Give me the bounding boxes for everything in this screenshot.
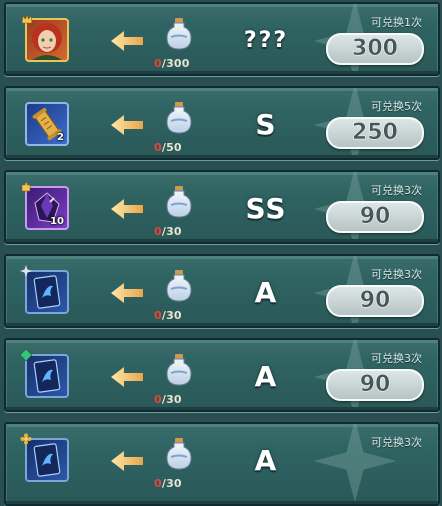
exchange-limit: 可兑换3次 xyxy=(371,436,422,449)
price-button[interactable]: 90 xyxy=(326,201,424,233)
gold-flower-badge-icon xyxy=(20,433,32,445)
progress-max: 30 xyxy=(166,477,182,490)
exchange-limit: 可兑换3次 xyxy=(371,184,422,197)
exchange-limit: 可兑换3次 xyxy=(371,352,422,365)
arrow-left-icon xyxy=(111,115,143,135)
progress-max: 50 xyxy=(166,141,182,154)
bottle-icon xyxy=(166,18,192,50)
purple-crystal-icon[interactable]: 10 xyxy=(25,186,69,230)
progress-max: 30 xyxy=(166,393,182,406)
progress-text: 0/30 xyxy=(154,309,214,322)
card-icon xyxy=(33,359,61,393)
progress-current: 0 xyxy=(154,141,162,154)
progress-text: 0/30 xyxy=(154,393,214,406)
hero-portrait-icon[interactable] xyxy=(25,18,69,62)
grade-label: A xyxy=(254,444,278,477)
card-icon xyxy=(33,443,61,477)
exchange-row: 2 0/50 S 可兑换5次 250 xyxy=(4,86,440,160)
blue-card-icon[interactable] xyxy=(25,354,69,398)
exchange-list: 0/300 ??? 可兑换1次 300 2 0/50 S 可兑换5次 250 1… xyxy=(0,0,442,506)
bottle-icon xyxy=(166,354,192,386)
arrow-left-icon xyxy=(111,31,143,51)
progress-max: 30 xyxy=(166,309,182,322)
crown-badge-icon xyxy=(21,14,33,24)
exchange-limit: 可兑换3次 xyxy=(371,268,422,281)
progress-current: 0 xyxy=(154,57,162,70)
sparkle-badge-icon xyxy=(20,265,32,277)
puzzle-badge-icon xyxy=(21,182,31,192)
grade-label: A xyxy=(254,276,278,309)
arrow-left-icon xyxy=(111,451,143,471)
bottle-icon xyxy=(166,102,192,134)
grade-label: S xyxy=(255,108,277,141)
exchange-row: 0/30 A 可兑换3次 xyxy=(4,422,440,506)
bottle-icon xyxy=(166,270,192,302)
progress-text: 0/300 xyxy=(154,57,214,70)
hero-face-icon xyxy=(32,23,62,60)
exchange-limit: 可兑换5次 xyxy=(371,100,422,113)
exchange-row: 0/300 ??? 可兑换1次 300 xyxy=(4,2,440,76)
bottle-icon xyxy=(166,186,192,218)
blue-card-icon[interactable] xyxy=(25,438,69,482)
arrow-left-icon xyxy=(111,199,143,219)
exchange-limit: 可兑换1次 xyxy=(371,16,422,29)
item-count: 2 xyxy=(57,132,64,143)
exchange-row: 0/30 A 可兑换3次 90 xyxy=(4,338,440,412)
progress-current: 0 xyxy=(154,225,162,238)
progress-text: 0/30 xyxy=(154,225,214,238)
item-count: 10 xyxy=(50,216,64,227)
price-button[interactable]: 90 xyxy=(326,369,424,401)
bottle-icon xyxy=(166,438,192,470)
grade-label: A xyxy=(254,360,278,393)
progress-max: 30 xyxy=(166,225,182,238)
blue-card-icon[interactable] xyxy=(25,270,69,314)
progress-current: 0 xyxy=(154,477,162,490)
exchange-row: 10 0/30 SS 可兑换3次 90 xyxy=(4,170,440,244)
progress-max: 300 xyxy=(166,57,190,70)
price-button[interactable]: 300 xyxy=(326,33,424,65)
card-icon xyxy=(33,275,61,309)
price-button[interactable]: 90 xyxy=(326,285,424,317)
progress-current: 0 xyxy=(154,393,162,406)
arrow-left-icon xyxy=(111,367,143,387)
progress-text: 0/30 xyxy=(154,477,214,490)
arrow-left-icon xyxy=(111,283,143,303)
progress-current: 0 xyxy=(154,309,162,322)
price-button[interactable]: 250 xyxy=(326,117,424,149)
exchange-row: 0/30 A 可兑换3次 90 xyxy=(4,254,440,328)
progress-text: 0/50 xyxy=(154,141,214,154)
golden-scroll-icon[interactable]: 2 xyxy=(25,102,69,146)
green-gem-badge-icon xyxy=(20,349,32,361)
grade-label: ??? xyxy=(243,28,289,53)
grade-label: SS xyxy=(245,192,287,225)
